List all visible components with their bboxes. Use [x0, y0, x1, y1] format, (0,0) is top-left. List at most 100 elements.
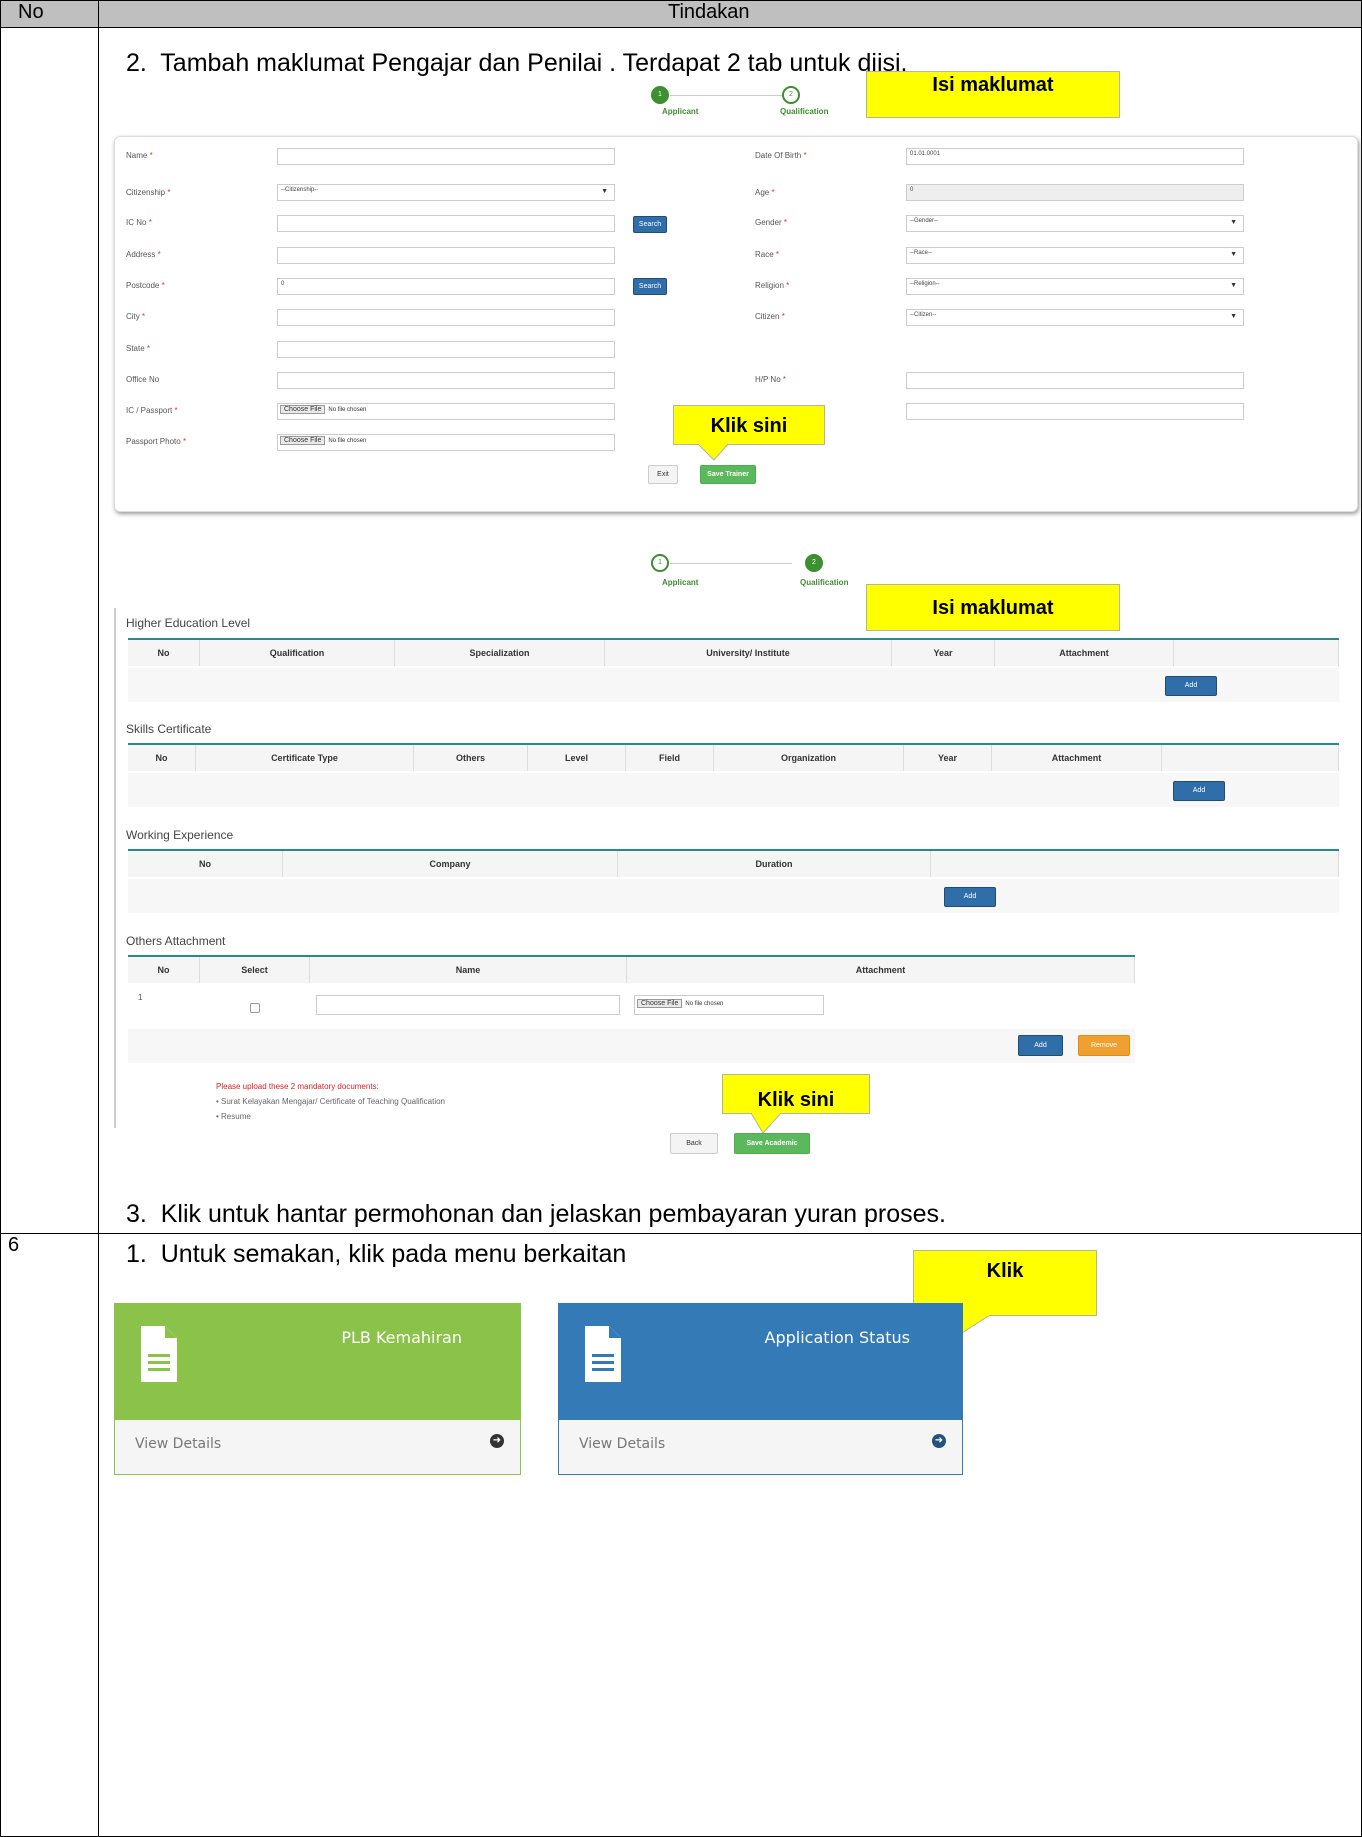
- tile-application-status[interactable]: Application Status View Details ➜: [558, 1303, 963, 1475]
- work-table: No Company Duration: [128, 849, 1339, 913]
- passportphoto-choose-file-button[interactable]: Choose File: [280, 436, 326, 445]
- others-col-attachment: Attachment: [627, 957, 1135, 983]
- others-row-checkbox[interactable]: [250, 1003, 260, 1013]
- back-button[interactable]: Back: [670, 1133, 718, 1154]
- higher-edu-row: [128, 668, 1339, 702]
- icpassport-label: IC / Passport *: [126, 406, 178, 415]
- others-row-file[interactable]: Choose File No file chosen: [634, 995, 824, 1015]
- others-remove-button[interactable]: Remove: [1078, 1035, 1130, 1056]
- tile-app-status-view-details[interactable]: View Details: [579, 1436, 665, 1452]
- wizard1-step2-label: Qualification: [780, 107, 829, 116]
- race-label: Race *: [755, 250, 780, 259]
- hpno-input[interactable]: [906, 372, 1244, 389]
- skills-col-action: [1162, 745, 1339, 771]
- higher-edu-col-attachment: Attachment: [995, 640, 1174, 666]
- others-table: No Select Name Attachment 1: [128, 955, 1135, 1063]
- gender-select[interactable]: --Gender--: [906, 215, 1244, 232]
- icno-search-button[interactable]: Search: [633, 216, 667, 233]
- age-input: 0: [906, 184, 1244, 201]
- row6-step1-text: 1. Untuk semakan, klik pada menu berkait…: [126, 1240, 627, 1268]
- work-title: Working Experience: [126, 828, 234, 842]
- postcode-input[interactable]: 0: [277, 278, 615, 295]
- age-label: Age *: [755, 188, 775, 197]
- save-trainer-button[interactable]: Save Trainer: [700, 465, 756, 484]
- step2-text: 2. Tambah maklumat Pengajar dan Penilai …: [126, 49, 908, 77]
- work-col-duration: Duration: [618, 851, 931, 877]
- passportphoto-file[interactable]: Choose File No file chosen: [277, 434, 615, 451]
- others-row-name-input[interactable]: [316, 995, 620, 1015]
- header-tindakan: Tindakan: [668, 1, 750, 23]
- wizard1-step2[interactable]: 2: [782, 86, 800, 104]
- higher-edu-add-button[interactable]: Add: [1165, 676, 1217, 696]
- higher-edu-col-specialization: Specialization: [395, 640, 605, 666]
- wizard2-step2-label: Qualification: [800, 578, 849, 587]
- icno-input[interactable]: [277, 215, 615, 232]
- icpassport-choose-file-button[interactable]: Choose File: [280, 405, 326, 414]
- tile-plb-kemahiran[interactable]: PLB Kemahiran View Details ➜: [114, 1303, 521, 1475]
- religion-label: Religion *: [755, 281, 790, 290]
- wizard1-connector: [670, 95, 792, 96]
- work-col-no: No: [128, 851, 283, 877]
- tile-plb-footer[interactable]: View Details ➜: [115, 1420, 520, 1474]
- higher-edu-col-no: No: [128, 640, 200, 666]
- tile-app-status-title: Application Status: [764, 1328, 910, 1347]
- higher-edu-title: Higher Education Level: [126, 616, 251, 630]
- race-select[interactable]: --Race--: [906, 247, 1244, 264]
- skills-col-field: Field: [626, 745, 714, 771]
- others-col-select: Select: [200, 957, 310, 983]
- arrow-right-circle-icon[interactable]: ➜: [932, 1434, 946, 1448]
- others-choose-file-button[interactable]: Choose File: [637, 999, 683, 1008]
- skills-col-no: No: [128, 745, 196, 771]
- wizard2-step1-label: Applicant: [662, 578, 699, 587]
- postcode-search-button[interactable]: Search: [633, 278, 667, 295]
- table-border-row: [0, 1233, 1362, 1234]
- religion-select[interactable]: --Religion--: [906, 278, 1244, 295]
- document-icon: [585, 1326, 621, 1382]
- dob-input[interactable]: 01.01.0001: [906, 148, 1244, 165]
- skills-col-others: Others: [414, 745, 528, 771]
- higher-edu-col-qualification: Qualification: [200, 640, 395, 666]
- city-input[interactable]: [277, 309, 615, 326]
- address-label: Address *: [126, 250, 161, 259]
- wizard1-step1[interactable]: 1: [651, 86, 669, 104]
- mandatory-notice-title: Please upload these 2 mandatory document…: [216, 1082, 379, 1091]
- citizen-select[interactable]: --Citizen--: [906, 309, 1244, 326]
- wizard1-step1-label: Applicant: [662, 107, 699, 116]
- officeno-label: Office No: [126, 375, 160, 384]
- extra-input[interactable]: [906, 403, 1244, 420]
- work-add-button[interactable]: Add: [944, 887, 996, 907]
- arrow-right-circle-icon[interactable]: ➜: [490, 1434, 504, 1448]
- name-input[interactable]: [277, 148, 615, 165]
- officeno-input[interactable]: [277, 372, 615, 389]
- skills-add-button[interactable]: Add: [1173, 781, 1225, 801]
- skills-row: [128, 773, 1339, 807]
- table-border-top: [0, 0, 1362, 1]
- tile-plb-view-details[interactable]: View Details: [135, 1436, 221, 1452]
- dob-label: Date Of Birth *: [755, 151, 807, 160]
- others-footer-row: [128, 1029, 1135, 1063]
- skills-col-level: Level: [528, 745, 626, 771]
- skills-col-organization: Organization: [714, 745, 904, 771]
- tile-app-status-footer[interactable]: View Details ➜: [559, 1420, 962, 1474]
- others-col-no: No: [128, 957, 200, 983]
- table-border-divider: [98, 0, 99, 1837]
- higher-edu-col-university: University/ Institute: [605, 640, 892, 666]
- citizen-label: Citizen *: [755, 312, 785, 321]
- exit-button[interactable]: Exit: [648, 465, 678, 484]
- icpassport-file[interactable]: Choose File No file chosen: [277, 403, 615, 420]
- address-input[interactable]: [277, 247, 615, 264]
- step3-text: 3. Klik untuk hantar permohonan dan jela…: [126, 1200, 946, 1228]
- citizenship-select[interactable]: --Citizenship--: [277, 184, 615, 201]
- mandatory-notice-item2: • Resume: [216, 1112, 251, 1121]
- others-add-button[interactable]: Add: [1018, 1035, 1063, 1056]
- callout-klik-sini-1: Klik sini: [673, 405, 825, 445]
- wizard2-step2[interactable]: 2: [805, 554, 823, 572]
- tile-plb-title: PLB Kemahiran: [341, 1328, 462, 1347]
- wizard2-step1[interactable]: 1: [651, 554, 669, 572]
- table-border-header: [0, 27, 1362, 28]
- skills-col-attachment: Attachment: [992, 745, 1162, 771]
- citizenship-label: Citizenship *: [126, 188, 171, 197]
- save-academic-button[interactable]: Save Academic: [734, 1133, 810, 1154]
- state-input[interactable]: [277, 341, 615, 358]
- row-number: 6: [8, 1234, 20, 1256]
